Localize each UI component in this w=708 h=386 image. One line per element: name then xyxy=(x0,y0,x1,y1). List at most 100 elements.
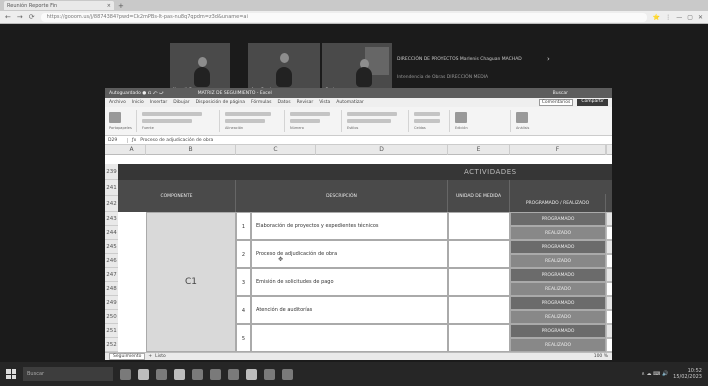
activity-number[interactable]: 1 xyxy=(236,212,251,240)
activity-description[interactable]: Atención de auditorías xyxy=(251,296,448,324)
activity-description[interactable]: Emisión de solicitudes de pago xyxy=(251,268,448,296)
header-prog-real[interactable]: PROGRAMADO / REALIZADO xyxy=(510,194,606,212)
programmed-cell[interactable]: PROGRAMADO xyxy=(510,268,606,282)
month-cell[interactable] xyxy=(606,268,612,282)
conditional-format-button[interactable] xyxy=(347,111,397,116)
teams-icon[interactable] xyxy=(264,368,275,380)
programmed-cell[interactable]: PROGRAMADO xyxy=(510,324,606,338)
month-cell[interactable] xyxy=(606,310,612,324)
menu-insertar[interactable]: Insertar xyxy=(150,100,168,105)
sort-filter-icon[interactable] xyxy=(455,111,467,123)
zoom-level[interactable]: 100 % xyxy=(594,354,608,359)
month-header[interactable]: ENE xyxy=(606,194,612,212)
alignment-tools[interactable] xyxy=(225,118,265,123)
activity-description[interactable] xyxy=(251,324,448,352)
windows-start-icon[interactable] xyxy=(6,369,16,379)
font-format-tools[interactable] xyxy=(142,118,192,123)
excel-icon[interactable] xyxy=(192,368,203,380)
menu-datos[interactable]: Datos xyxy=(278,100,291,105)
menu-automatizar[interactable]: Automatizar xyxy=(336,100,364,105)
activity-unit[interactable] xyxy=(448,268,510,296)
row-header[interactable]: 243 xyxy=(105,212,118,226)
column-header[interactable]: F xyxy=(510,145,606,155)
header-description[interactable]: DESCRIPCIÓN xyxy=(236,180,448,212)
header-calendar[interactable]: CALENDARIO xyxy=(606,180,612,194)
header-unit[interactable]: UNIDAD DE MEDIDA xyxy=(448,180,510,212)
ribbon-group-number[interactable]: Número xyxy=(290,110,342,132)
tray-icons[interactable]: ∧ ☁ ⌨ 🔊 xyxy=(641,371,668,377)
activity-unit[interactable] xyxy=(448,296,510,324)
number-format-select[interactable] xyxy=(290,111,330,116)
month-cell[interactable] xyxy=(606,338,612,352)
alignment-tools[interactable] xyxy=(225,111,271,116)
formula-input[interactable]: Proceso de adjudicación de obra xyxy=(140,138,213,143)
table-format-button[interactable] xyxy=(347,118,391,123)
outlook-icon[interactable] xyxy=(228,368,239,380)
maximize-icon[interactable]: ▢ xyxy=(687,14,693,21)
header-component[interactable]: COMPONENTE xyxy=(118,180,236,212)
row-header[interactable]: 250 xyxy=(105,310,118,324)
component-cell[interactable]: C1 xyxy=(146,212,236,352)
edge-icon[interactable] xyxy=(156,368,167,380)
close-tab-icon[interactable]: × xyxy=(107,3,111,9)
browser-menu-icon[interactable]: ⋮ xyxy=(665,14,671,21)
activity-unit[interactable] xyxy=(448,324,510,352)
back-icon[interactable]: ← xyxy=(5,13,11,21)
activity-description[interactable]: Elaboración de proyectos y expedientes t… xyxy=(251,212,448,240)
activity-number[interactable]: 3 xyxy=(236,268,251,296)
settings-icon[interactable] xyxy=(282,368,293,380)
programmed-cell[interactable]: PROGRAMADO xyxy=(510,240,606,254)
share-button[interactable]: Compartir xyxy=(577,99,608,106)
menu-inicio[interactable]: Inicio xyxy=(132,100,144,105)
row-header[interactable]: 247 xyxy=(105,268,118,282)
insert-cells-button[interactable] xyxy=(414,111,440,116)
row-header[interactable]: 251 xyxy=(105,324,118,338)
autosave-toggle[interactable]: Autoguardado ● ⎌ ⤺ ⤻ xyxy=(109,90,164,96)
activity-unit[interactable] xyxy=(448,240,510,268)
menu-dibujar[interactable]: Dibujar xyxy=(173,100,189,105)
activity-number[interactable]: 5 xyxy=(236,324,251,352)
row-header[interactable]: 241 xyxy=(105,180,118,196)
programmed-cell[interactable]: PROGRAMADO xyxy=(510,296,606,310)
month-cell[interactable] xyxy=(606,226,612,240)
word-icon[interactable] xyxy=(210,368,221,380)
month-cell[interactable] xyxy=(606,240,612,254)
ribbon-group-clipboard[interactable]: Portapapeles xyxy=(109,110,137,132)
analyze-data-icon[interactable] xyxy=(516,111,528,123)
row-header[interactable]: 246 xyxy=(105,254,118,268)
font-selector[interactable] xyxy=(142,111,202,116)
new-tab-button[interactable]: + xyxy=(118,2,124,10)
reload-icon[interactable]: ⟳ xyxy=(29,13,35,21)
name-box[interactable]: D29 xyxy=(108,137,128,143)
ribbon-group-styles[interactable]: Estilos xyxy=(347,110,409,132)
paste-icon[interactable] xyxy=(109,111,121,123)
realized-cell[interactable]: REALIZADO xyxy=(510,338,606,352)
month-cell[interactable] xyxy=(606,324,612,338)
ribbon-group-editing[interactable]: Edición xyxy=(455,110,511,132)
menu-vista[interactable]: Vista xyxy=(319,100,330,105)
delete-cells-button[interactable] xyxy=(414,118,440,123)
column-header[interactable]: A xyxy=(118,145,146,155)
meet-icon[interactable] xyxy=(246,368,257,380)
row-header[interactable]: 249 xyxy=(105,296,118,310)
ribbon-group-analysis[interactable]: Análisis xyxy=(516,110,556,132)
programmed-cell[interactable]: PROGRAMADO xyxy=(510,212,606,226)
menu-disposicion[interactable]: Disposición de página xyxy=(196,100,245,105)
close-window-icon[interactable]: ✕ xyxy=(698,14,703,21)
taskbar-search[interactable]: Buscar xyxy=(23,367,113,381)
row-header[interactable]: 239 xyxy=(105,164,118,180)
clock[interactable]: 10:52 15/02/2023 xyxy=(673,368,702,380)
row-header[interactable]: 248 xyxy=(105,282,118,296)
realized-cell[interactable]: REALIZADO xyxy=(510,226,606,240)
activity-description[interactable]: Proceso de adjudicación de obra xyxy=(251,240,448,268)
column-header[interactable]: D xyxy=(316,145,448,155)
realized-cell[interactable]: REALIZADO xyxy=(510,310,606,324)
minimize-icon[interactable]: — xyxy=(676,14,682,21)
file-explorer-icon[interactable] xyxy=(138,368,149,380)
column-header[interactable]: E xyxy=(448,145,510,155)
bookmark-star-icon[interactable]: ⭐ xyxy=(653,14,660,21)
month-cell[interactable] xyxy=(606,212,612,226)
excel-search-box[interactable]: Buscar xyxy=(553,91,568,96)
row-header[interactable]: 245 xyxy=(105,240,118,254)
menu-archivo[interactable]: Archivo xyxy=(109,100,126,105)
